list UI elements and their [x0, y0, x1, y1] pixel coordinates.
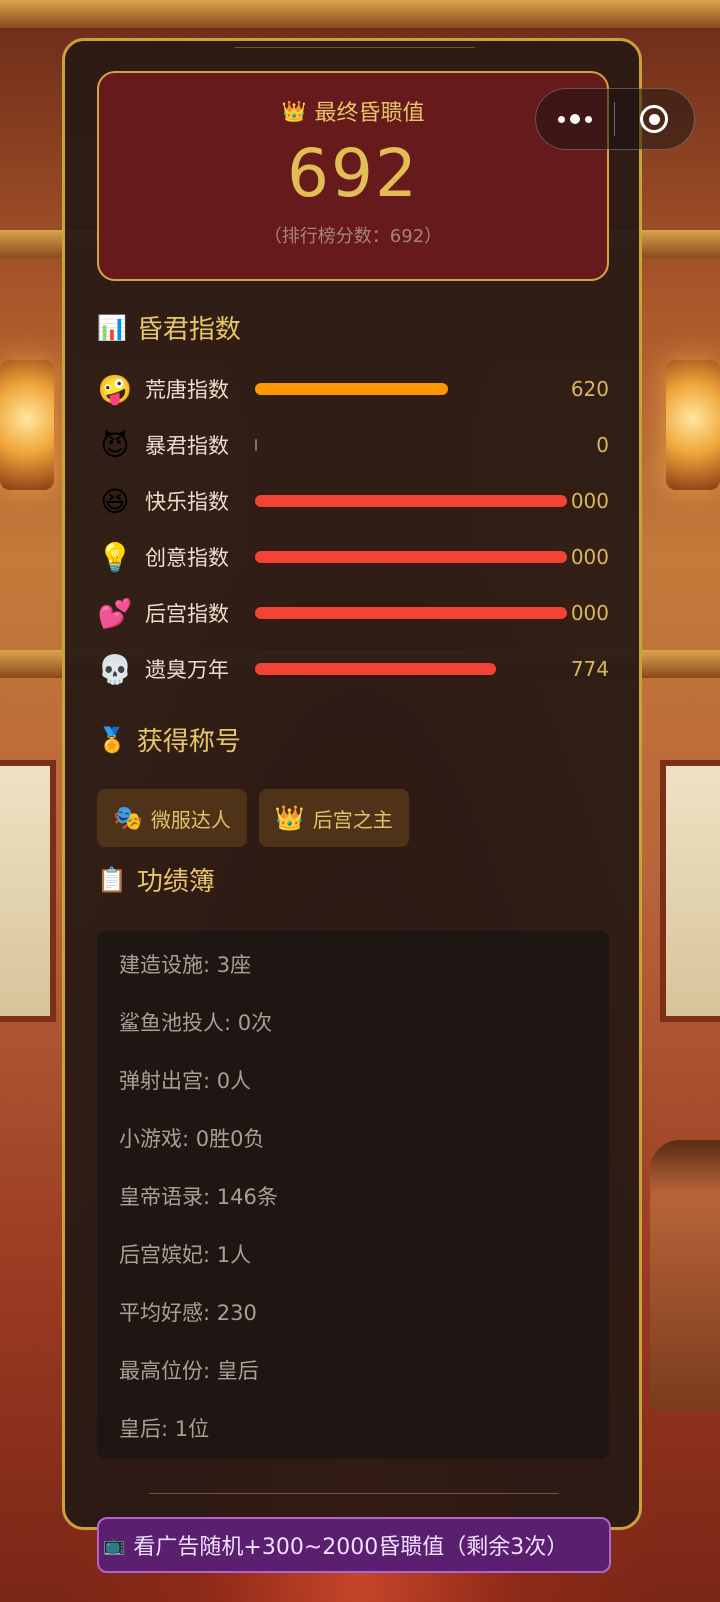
palace-beam-top: [0, 0, 720, 28]
stat-value: 000: [570, 601, 609, 625]
stat-value: 000: [570, 545, 609, 569]
record-item: 建造设施: 3座: [119, 953, 252, 977]
leaderboard-score: （排行榜分数：692）: [263, 226, 443, 247]
score-title: 最终昏聩值: [314, 101, 425, 126]
final-score-card: 👑 最终昏聩值 692 （排行榜分数：692）: [97, 71, 609, 281]
stat-label: 荒唐指数: [145, 378, 229, 402]
stat-bar-track: [255, 663, 567, 675]
badge-label: 微服达人: [150, 807, 231, 832]
stat-label: 暴君指数: [145, 434, 229, 458]
stat-emoji-icon: 💕: [97, 596, 133, 630]
crown-icon: 👑: [281, 99, 307, 123]
bottom-divider: [149, 1493, 559, 1494]
record-section-label: 功绩簿: [136, 867, 215, 897]
badge-harem-master[interactable]: 👑 后宫之主: [258, 789, 409, 847]
index-section-title: 📊 昏君指数: [97, 309, 241, 346]
stat-value: 620: [570, 377, 609, 401]
stat-emoji-icon: 🤪: [97, 372, 133, 406]
stat-bar-fill: [255, 663, 496, 675]
stat-value: 0: [596, 433, 609, 457]
stat-value: 774: [570, 657, 609, 681]
stat-label: 遗臭万年: [145, 658, 229, 682]
bar-chart-icon: 📊: [97, 313, 127, 342]
stat-emoji-icon: 💡: [97, 540, 133, 574]
record-item: 皇帝语录: 146条: [119, 1185, 278, 1209]
stat-emoji-icon: 😈: [100, 428, 130, 462]
stat-row: 😈 暴君指数 0: [97, 425, 609, 465]
tv-icon: 📺: [103, 1534, 126, 1556]
ad-button-label: 看广告随机+300~2000昏聩值（剩余3次）: [133, 1535, 569, 1560]
watch-ad-button[interactable]: 📺 看广告随机+300~2000昏聩值（剩余3次）: [97, 1517, 611, 1573]
stat-row: 💀 遗臭万年 774: [97, 649, 609, 689]
record-item: 小游戏: 0胜0负: [119, 1127, 265, 1151]
record-item: 鲨鱼池投人: 0次: [119, 1011, 273, 1035]
titles-section-title: 🏅 获得称号: [97, 721, 241, 758]
stat-bar-track: [255, 551, 567, 563]
clipboard-icon: 📋: [97, 865, 127, 894]
minister-character: [650, 1140, 720, 1410]
badge-label: 后宫之主: [312, 807, 393, 832]
record-item: 后宫嫔妃: 1人: [119, 1243, 252, 1267]
score-value: 692: [287, 135, 419, 212]
stat-row: 💡 创意指数 000: [97, 537, 609, 577]
stat-emoji-icon: 😆: [100, 484, 130, 518]
lantern-left: [0, 360, 54, 490]
title-badges: 🎭 微服达人 👑 后宫之主: [97, 789, 409, 847]
stat-label: 创意指数: [145, 546, 229, 570]
record-item: 最高位份: 皇后: [119, 1359, 259, 1383]
more-menu-icon[interactable]: [536, 114, 614, 124]
results-panel: 👑 最终昏聩值 692 （排行榜分数：692） 📊 昏君指数 🤪 荒唐指数 620 😈…: [62, 38, 642, 1573]
stat-bar-track: [255, 439, 567, 451]
record-list: 建造设施: 3座 鲨鱼池投人: 0次 弹射出宫: 0人 小游戏: 0胜0负 皇帝语录: …: [97, 931, 609, 1459]
lantern-right: [666, 360, 720, 490]
miniprogram-capsule: [535, 88, 695, 150]
record-section-title: 📋 功绩簿: [97, 861, 215, 898]
stat-bar-fill: [255, 439, 257, 451]
stat-bar-track: [255, 383, 567, 395]
stat-row: 💕 后宫指数 000: [97, 593, 609, 633]
stat-emoji-icon: 💀: [97, 652, 133, 686]
stat-label: 快乐指数: [145, 490, 229, 514]
stat-label: 后宫指数: [145, 602, 229, 626]
medal-icon: 🏅: [97, 725, 127, 754]
record-item: 弹射出宫: 0人: [119, 1069, 252, 1093]
record-item: 平均好感: 230: [119, 1301, 257, 1325]
stat-row: 🤪 荒唐指数 620: [97, 369, 609, 409]
badge-incognito-master[interactable]: 🎭 微服达人: [97, 789, 247, 847]
theater-masks-icon: 🎭: [113, 804, 143, 832]
stat-bar-track: [255, 495, 567, 507]
painted-screen-right: [660, 760, 720, 1022]
crown-icon: 👑: [274, 804, 305, 832]
stat-bar-fill: [255, 551, 567, 563]
stat-bar-fill: [255, 383, 448, 395]
stat-row: 😆 快乐指数 000: [97, 481, 609, 521]
close-miniprogram-icon[interactable]: [615, 105, 695, 133]
index-section-label: 昏君指数: [136, 315, 241, 345]
stat-bar-track: [255, 607, 567, 619]
record-item: 皇后: 1位: [119, 1417, 210, 1441]
stat-bar-fill: [255, 495, 567, 507]
score-title-row: 👑 最终昏聩值: [99, 95, 607, 127]
painted-screen-left: [0, 760, 56, 1022]
stat-bar-fill: [255, 607, 567, 619]
stat-value: 000: [570, 489, 609, 513]
top-divider: [235, 47, 475, 48]
titles-section-label: 获得称号: [136, 727, 241, 757]
